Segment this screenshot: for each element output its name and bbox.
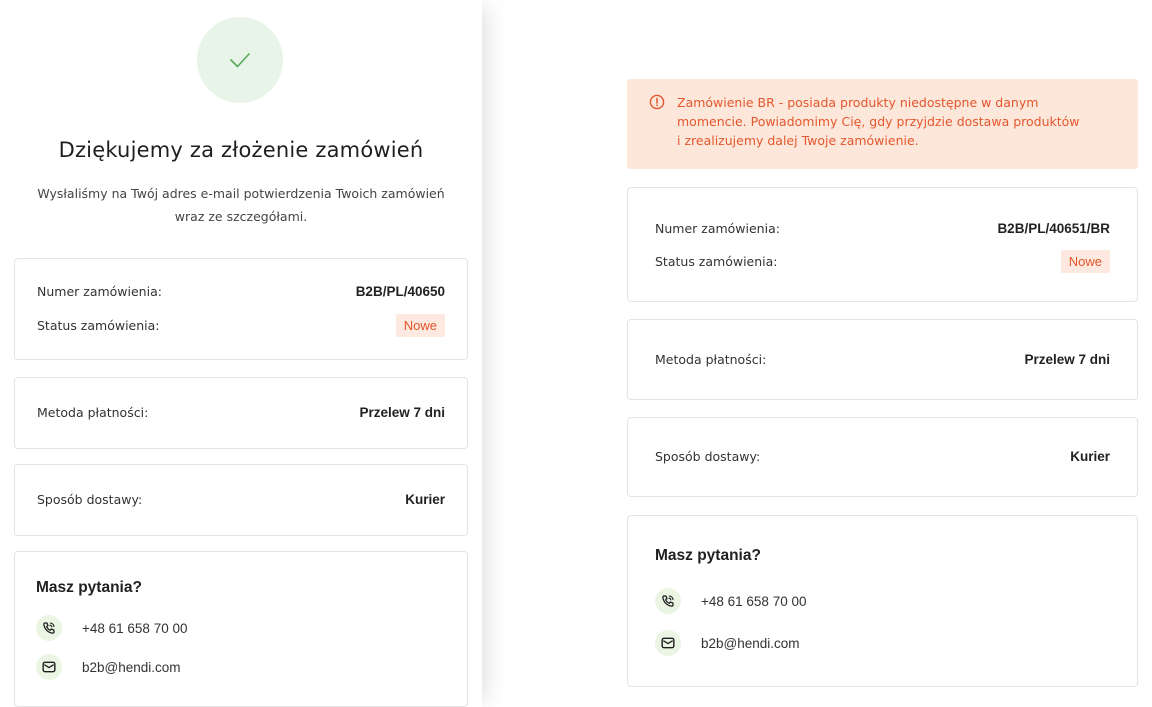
payment-method-row-br: Metoda płatności: Przelew 7 dni	[628, 352, 1137, 367]
email-address: b2b@hendi.com	[701, 635, 800, 651]
order-details-card-br: Numer zamówienia: B2B/PL/40651/BR Status…	[627, 187, 1138, 302]
contact-title: Masz pytania?	[36, 579, 142, 596]
payment-method-value: Przelew 7 dni	[1024, 352, 1110, 367]
order-status-label: Status zamówienia:	[655, 254, 778, 269]
payment-method-row: Metoda płatności: Przelew 7 dni	[15, 405, 467, 420]
order-number-label: Numer zamówienia:	[655, 221, 780, 236]
order-details-card: Numer zamówienia: B2B/PL/40650 Status za…	[14, 258, 468, 360]
alert-line-3: i zrealizujemy dalej Twoje zamówienie.	[677, 133, 919, 148]
payment-method-label: Metoda płatności:	[37, 405, 149, 420]
order-status-row: Status zamówienia: Nowe	[15, 314, 467, 337]
page-title: Dziękujemy za złożenie zamówień	[58, 138, 424, 162]
status-badge: Nowe	[395, 314, 445, 337]
payment-method-value: Przelew 7 dni	[359, 405, 445, 420]
delivery-method-card: Sposób dostawy: Kurier	[14, 464, 468, 536]
order-status-row-br: Status zamówienia: Nowe	[628, 250, 1137, 273]
email-address: b2b@hendi.com	[82, 659, 181, 675]
delivery-method-value: Kurier	[405, 492, 445, 507]
payment-method-card: Metoda płatności: Przelew 7 dni	[14, 377, 468, 449]
order-status-label: Status zamówienia:	[37, 318, 160, 333]
contact-title: Masz pytania?	[655, 547, 761, 564]
success-badge	[197, 17, 283, 103]
info-icon	[649, 94, 665, 110]
order-number-value: B2B/PL/40651/BR	[997, 221, 1110, 236]
payment-method-card-br: Metoda płatności: Przelew 7 dni	[627, 319, 1138, 400]
phone-number: +48 61 658 70 00	[82, 620, 188, 636]
contact-card: Masz pytania? +48 61 658 70 00 b2b@hendi…	[14, 551, 468, 707]
delivery-method-row: Sposób dostawy: Kurier	[15, 492, 467, 507]
confirmation-line-2: wraz ze szczegółami.	[174, 209, 308, 224]
alert-line-1: Zamówienie BR - posiada produkty niedost…	[677, 95, 1039, 110]
order-number-row-br: Numer zamówienia: B2B/PL/40651/BR	[628, 221, 1137, 236]
payment-method-label: Metoda płatności:	[655, 352, 767, 367]
order-number-label: Numer zamówienia:	[37, 284, 162, 299]
mail-icon	[655, 630, 681, 656]
contact-card-br: Masz pytania? +48 61 658 70 00 b2b@hendi…	[627, 515, 1138, 687]
email-contact[interactable]: b2b@hendi.com	[36, 654, 181, 680]
phone-contact[interactable]: +48 61 658 70 00	[655, 588, 806, 614]
status-badge: Nowe	[1060, 250, 1110, 273]
confirmation-line-1: Wysłaliśmy na Twój adres e-mail potwierd…	[37, 186, 445, 201]
alert-line-2: momencie. Powiadomimy Cię, gdy przyjdzie…	[677, 114, 1080, 129]
mail-icon	[36, 654, 62, 680]
phone-number: +48 61 658 70 00	[701, 593, 807, 609]
delivery-method-label: Sposób dostawy:	[37, 492, 143, 507]
delivery-method-row-br: Sposób dostawy: Kurier	[628, 449, 1137, 464]
backorder-alert: Zamówienie BR - posiada produkty niedost…	[627, 79, 1138, 169]
order-number-row: Numer zamówienia: B2B/PL/40650	[15, 284, 467, 299]
phone-icon	[36, 615, 62, 641]
delivery-method-label: Sposób dostawy:	[655, 449, 761, 464]
phone-contact[interactable]: +48 61 658 70 00	[36, 615, 187, 641]
delivery-method-value: Kurier	[1070, 449, 1110, 464]
check-icon	[230, 53, 250, 68]
confirmation-message: Wysłaliśmy na Twój adres e-mail potwierd…	[16, 182, 466, 228]
delivery-method-card-br: Sposób dostawy: Kurier	[627, 417, 1138, 497]
email-contact[interactable]: b2b@hendi.com	[655, 630, 800, 656]
phone-icon	[655, 588, 681, 614]
confirmation-panel-left: Dziękujemy za złożenie zamówień Wysłaliś…	[0, 0, 482, 707]
order-number-value: B2B/PL/40650	[355, 284, 445, 299]
